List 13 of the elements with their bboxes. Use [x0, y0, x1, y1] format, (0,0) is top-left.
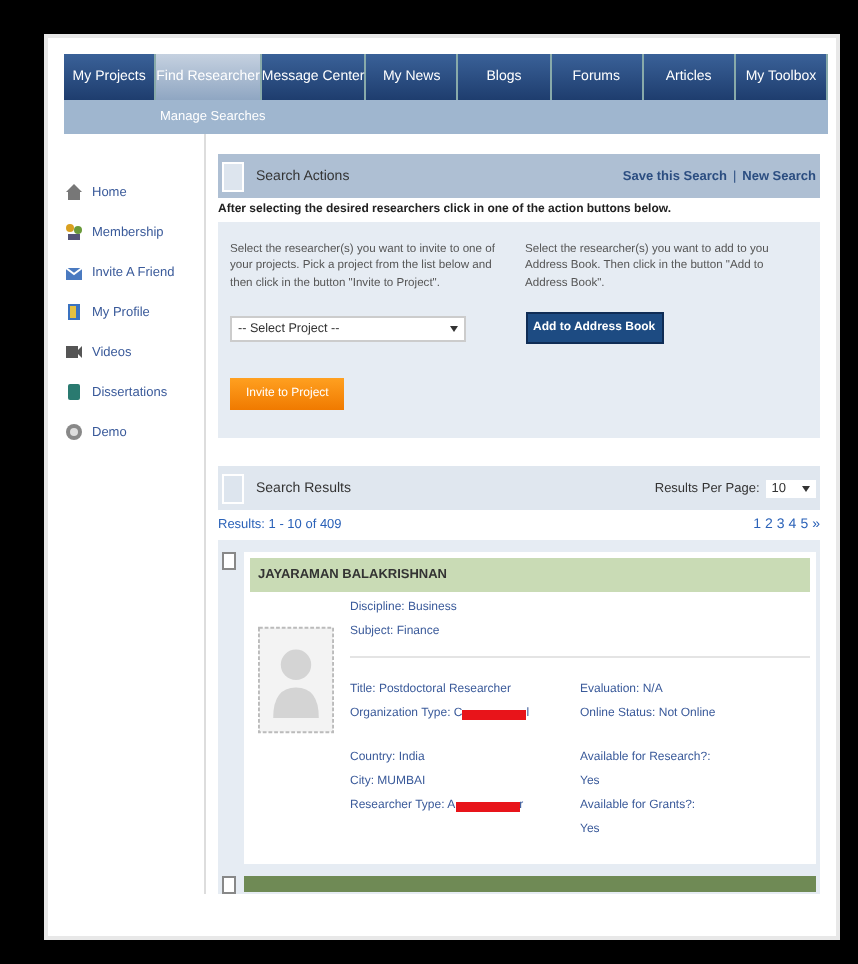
- id-card-icon: [64, 302, 84, 322]
- caret-icon: [450, 326, 458, 333]
- redaction-mark: [455, 801, 520, 812]
- caret-icon: [802, 485, 810, 492]
- select-checkbox[interactable]: [222, 876, 236, 895]
- select-checkbox[interactable]: [222, 552, 236, 571]
- house-icon: [64, 182, 84, 202]
- camera-icon: [64, 342, 84, 362]
- envelope-icon: [64, 262, 84, 282]
- redaction-mark: [462, 709, 527, 720]
- collapse-icon[interactable]: [222, 161, 244, 191]
- people-icon: [64, 222, 84, 242]
- book-icon: [64, 382, 84, 402]
